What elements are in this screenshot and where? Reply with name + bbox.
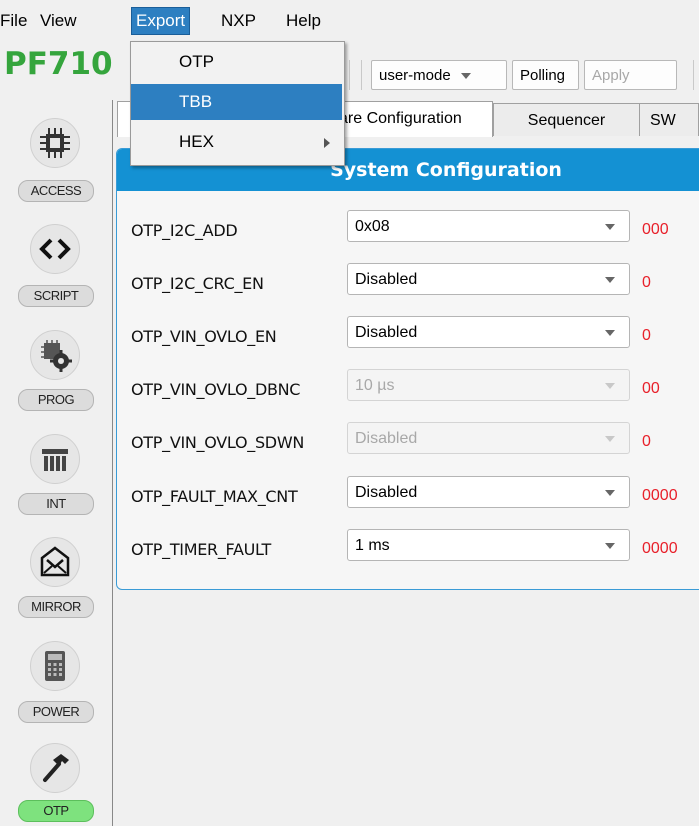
row-code-value: 000 [642,221,669,238]
menu-file[interactable]: File [0,8,31,34]
sidebar-item-label: POWER [18,701,94,723]
menu-nxp[interactable]: NXP [217,8,260,34]
combo-value: Disabled [355,484,418,501]
menu-export[interactable]: Export [131,7,191,35]
combo-value: Disabled [355,324,418,341]
combo-value: 0x08 [355,218,390,235]
row-label: OTP_I2C_ADD [131,221,238,240]
interrupt-icon [30,434,80,484]
sidebar-item-label: OTP [18,800,94,822]
row-code-value: 0000 [642,540,678,557]
chevron-down-icon [605,277,615,283]
mirror-icon [30,537,80,587]
row-label: OTP_FAULT_MAX_CNT [131,487,298,506]
otp-i2c-crc-en-select[interactable]: Disabled [347,263,630,295]
tab-sw[interactable]: SW [639,103,699,136]
export-menu-dropdown: OTP TBB HEX [130,41,345,166]
toolbar-separator [693,60,694,90]
chevron-down-icon [605,490,615,496]
row-code-value: 0000 [642,487,678,504]
combo-value: Disabled [355,271,418,288]
otp-vin-ovlo-sdwn-select: Disabled [347,422,630,454]
menu-item-tbb[interactable]: TBB [131,84,342,120]
menu-item-hex-label: HEX [179,132,214,151]
sidebar-divider [112,100,113,826]
mode-combo[interactable]: user-mode [371,60,507,90]
calculator-icon [30,641,80,691]
row-code-value: 0 [642,274,651,291]
submenu-arrow-icon [324,138,330,148]
otp-timer-fault-select[interactable]: 1 ms [347,529,630,561]
chip-icon [30,118,80,168]
row-label: OTP_VIN_OVLO_SDWN [131,433,305,452]
sidebar-item-label: SCRIPT [18,285,94,307]
otp-fault-max-cnt-select[interactable]: Disabled [347,476,630,508]
tab-sequencer[interactable]: Sequencer [493,103,640,136]
chevron-down-icon [605,383,615,389]
otp-vin-ovlo-en-select[interactable]: Disabled [347,316,630,348]
polling-button[interactable]: Polling [512,60,579,90]
row-code-value: 00 [642,380,660,397]
row-code-value: 0 [642,433,651,450]
chevron-down-icon [605,436,615,442]
toolbar-separator [361,60,362,90]
mode-combo-value: user-mode [379,67,451,84]
chevron-down-icon [605,224,615,230]
row-label: OTP_TIMER_FAULT [131,540,271,559]
chevron-down-icon [605,543,615,549]
sidebar-item-label: INT [18,493,94,515]
hammer-icon [30,743,80,793]
row-label: OTP_I2C_CRC_EN [131,274,264,293]
sidebar-item-label: MIRROR [18,596,94,618]
chip-gear-icon [30,330,80,380]
apply-button[interactable]: Apply [584,60,677,90]
combo-value: 10 µs [355,377,395,394]
combo-value: 1 ms [355,537,390,554]
menu-help[interactable]: Help [282,8,325,34]
tab-hardware-configuration-label[interactable]: are Configuration [338,101,493,137]
sidebar-item-label: ACCESS [18,180,94,202]
otp-i2c-add-select[interactable]: 0x08 [347,210,630,242]
row-label: OTP_VIN_OVLO_DBNC [131,380,301,399]
chevron-down-icon [605,330,615,336]
sidebar-item-label: PROG [18,389,94,411]
chevron-down-icon [460,73,471,80]
otp-vin-ovlo-dbnc-select: 10 µs [347,369,630,401]
toolbar-separator [349,60,350,90]
code-brackets-icon [30,224,80,274]
app-brand-title: PF710 [4,46,113,82]
menu-item-otp[interactable]: OTP [131,44,342,80]
menu-item-hex[interactable]: HEX [131,124,342,160]
row-label: OTP_VIN_OVLO_EN [131,327,277,346]
menu-bar: File View Export NXP Help [0,0,699,38]
row-code-value: 0 [642,327,651,344]
menu-view[interactable]: View [36,8,81,34]
combo-value: Disabled [355,430,418,447]
